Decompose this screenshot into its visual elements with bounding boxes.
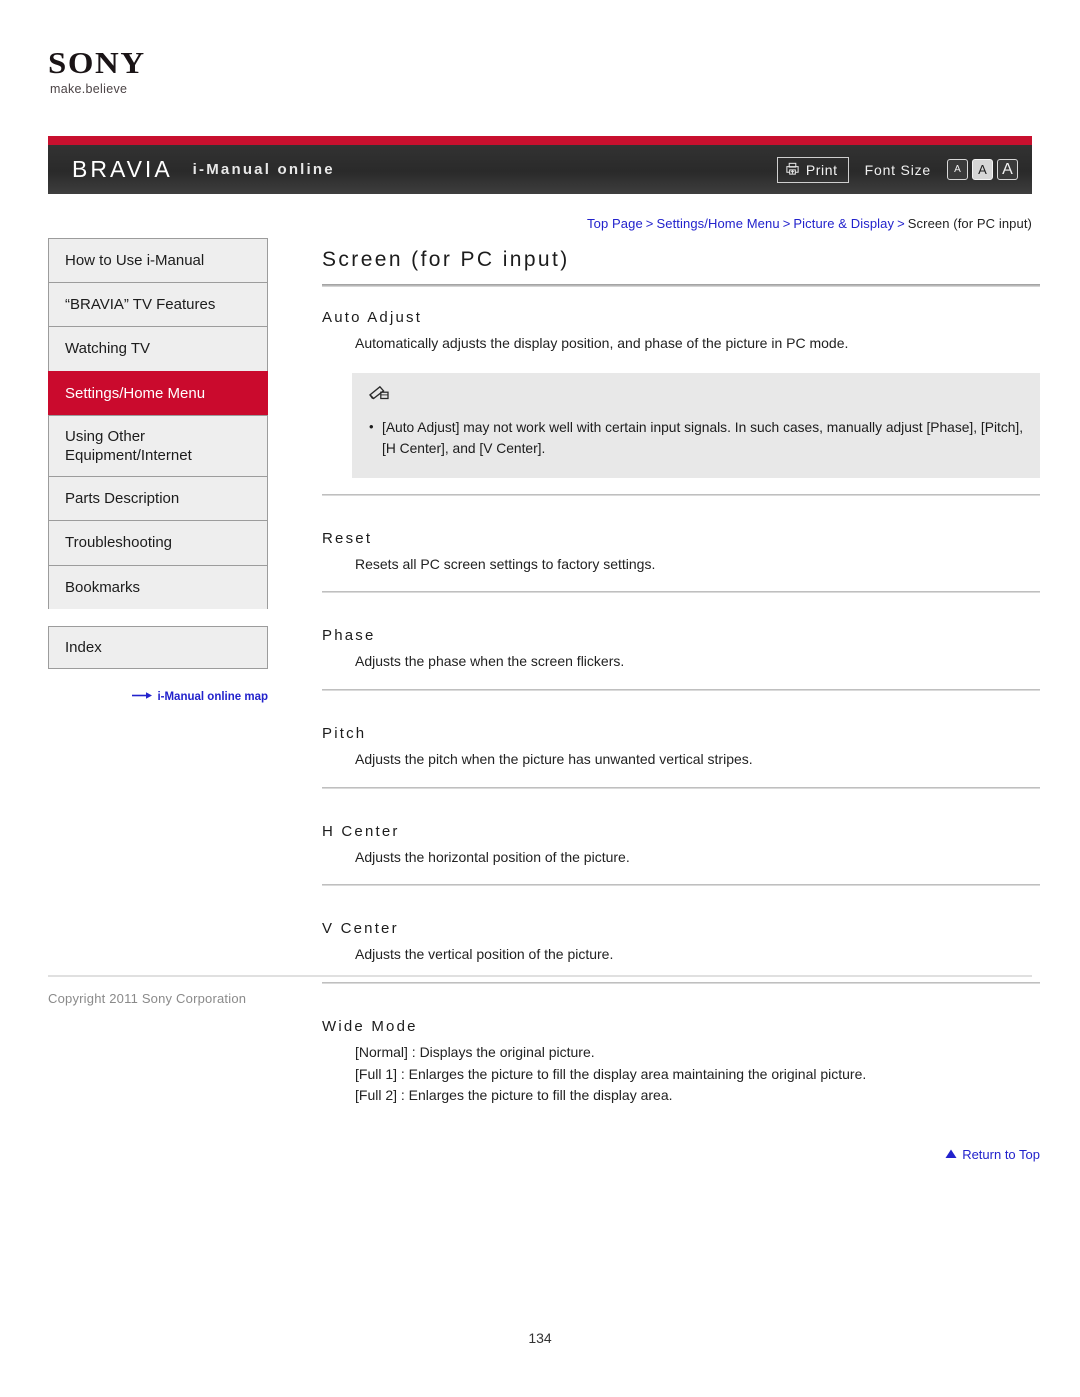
- section-h-center: H Center Adjusts the horizontal position…: [322, 823, 1040, 921]
- note-bullet-item: [Auto Adjust] may not work well with cer…: [368, 417, 1024, 460]
- section-body-line: Adjusts the horizontal position of the p…: [355, 848, 630, 865]
- return-to-top-link[interactable]: Return to Top: [322, 1147, 1040, 1162]
- site-header: BRAVIA i-Manual online Print Font Size A…: [48, 136, 1032, 194]
- note-pencil-icon: [368, 385, 1024, 408]
- sidebar-item-bookmarks[interactable]: Bookmarks: [48, 564, 268, 609]
- section-body: Adjusts the vertical position of the pic…: [322, 944, 1040, 966]
- section-heading: Auto Adjust: [322, 309, 423, 326]
- bravia-brand: BRAVIA: [72, 156, 173, 182]
- section-body-line: Adjusts the vertical position of the pic…: [355, 946, 614, 963]
- section-heading: Pitch: [322, 725, 367, 742]
- section-body: Adjusts the horizontal position of the p…: [322, 847, 1040, 869]
- section-body-line: Resets all PC screen settings to factory…: [355, 555, 656, 572]
- section-heading: Phase: [322, 627, 376, 645]
- sony-logo: SONY make.believe: [48, 47, 308, 96]
- breadcrumb-item-top-page[interactable]: Top Page: [587, 216, 643, 231]
- breadcrumb-separator: >: [645, 216, 654, 231]
- section-body: Adjusts the phase when the screen flicke…: [322, 651, 1040, 673]
- breadcrumb: Top Page > Settings/Home Menu > Picture & Di…: [48, 216, 1032, 231]
- header-bar: BRAVIA i-Manual online Print Font Size A…: [48, 145, 1032, 194]
- sony-tagline: make.believe: [50, 82, 128, 96]
- section-body: [Normal] : Displays the original picture…: [322, 1042, 1040, 1107]
- imanual-online-map-link[interactable]: i-Manual online map: [48, 691, 268, 703]
- return-to-top-label: Return to Top: [962, 1147, 1040, 1163]
- section-heading: V Center: [322, 920, 399, 938]
- imanual-online-label: i-Manual online: [192, 161, 335, 178]
- section-body-line: [Normal] : Displays the original picture…: [355, 1044, 595, 1061]
- sidebar-item-settings-home-menu[interactable]: Settings/Home Menu: [48, 370, 268, 415]
- section-body: Adjusts the pitch when the picture has u…: [322, 749, 1040, 771]
- section-divider: [322, 493, 1040, 496]
- section-divider: [322, 591, 1040, 594]
- section-heading: Wide Mode: [322, 1018, 418, 1036]
- sidebar-item-how-to-use-i-manual[interactable]: How to Use i-Manual: [48, 238, 268, 283]
- section-body-line: Adjusts the pitch when the picture has u…: [355, 751, 753, 767]
- section-wide-mode: Wide Mode [Normal] : Displays the origin…: [322, 1018, 1040, 1121]
- footer-divider: [48, 975, 1032, 977]
- print-button-label: Print: [805, 161, 838, 178]
- section-body: Resets all PC screen settings to factory…: [322, 554, 1040, 576]
- font-size-large-button[interactable]: A: [997, 159, 1018, 180]
- header-tools: Print Font Size A A A: [776, 156, 1018, 183]
- breadcrumb-separator: >: [782, 216, 791, 231]
- breadcrumb-item-picture-display[interactable]: Picture & Display: [793, 216, 894, 231]
- main-content: Screen (for PC input) Auto Adjust Automa…: [322, 248, 1040, 1162]
- font-size-label: Font Size: [864, 161, 931, 178]
- section-reset: Reset Resets all PC screen settings to f…: [322, 530, 1040, 628]
- font-size-small-button[interactable]: A: [947, 159, 968, 180]
- sidebar: How to Use i-Manual “BRAVIA” TV Features…: [48, 238, 268, 703]
- manual-page: SONY make.believe BRAVIA i-Manual online: [0, 0, 1080, 1397]
- sidebar-item-troubleshooting[interactable]: Troubleshooting: [48, 520, 268, 565]
- print-button[interactable]: Print: [776, 156, 849, 183]
- sidebar-item-using-other-equipment-internet[interactable]: Using Other Equipment/Internet: [48, 414, 268, 477]
- font-size-group: A A A: [947, 159, 1018, 180]
- section-body-line: [Full 2] : Enlarges the picture to fill …: [355, 1087, 673, 1104]
- page-number: 134: [528, 1330, 552, 1346]
- section-divider: [322, 884, 1040, 887]
- sidebar-item-watching-tv[interactable]: Watching TV: [48, 326, 268, 371]
- breadcrumb-separator: >: [897, 216, 905, 231]
- section-body: Automatically adjusts the display positi…: [322, 333, 1040, 355]
- arrow-right-icon: [132, 691, 153, 703]
- copyright-text: Copyright 2011 Sony Corporation: [48, 991, 247, 1006]
- sony-wordmark: SONY: [48, 45, 146, 80]
- section-auto-adjust: Auto Adjust Automatically adjusts the di…: [322, 309, 1040, 530]
- header-accent-bar: [48, 136, 1032, 145]
- breadcrumb-item-settings-home-menu[interactable]: Settings/Home Menu: [656, 216, 779, 231]
- breadcrumb-item-current: Screen (for PC input): [907, 216, 1032, 231]
- printer-icon: [785, 161, 800, 179]
- triangle-up-icon: [945, 1147, 957, 1162]
- font-size-medium-button[interactable]: A: [972, 159, 993, 180]
- page-title: Screen (for PC input): [322, 248, 570, 271]
- title-divider: [322, 284, 1040, 287]
- note-bullet-list: [Auto Adjust] may not work well with cer…: [368, 417, 1024, 460]
- sidebar-item-parts-description[interactable]: Parts Description: [48, 476, 268, 521]
- section-body-line: Automatically adjusts the display positi…: [355, 335, 849, 351]
- section-phase: Phase Adjusts the phase when the screen …: [322, 627, 1040, 725]
- section-divider: [322, 689, 1040, 691]
- section-body-line: [Full 1] : Enlarges the picture to fill …: [355, 1065, 867, 1082]
- sidebar-item-index[interactable]: Index: [48, 625, 268, 669]
- section-divider: [322, 786, 1040, 789]
- page-footer: Copyright 2011 Sony Corporation: [48, 975, 1032, 1006]
- section-heading: H Center: [322, 822, 400, 840]
- section-body-line: Adjusts the phase when the screen flicke…: [355, 653, 625, 670]
- section-heading: Reset: [322, 529, 373, 547]
- sidebar-item-bravia-tv-features[interactable]: “BRAVIA” TV Features: [48, 282, 268, 327]
- section-pitch: Pitch Adjusts the pitch when the picture…: [322, 725, 1040, 823]
- imanual-online-map-label: i-Manual online map: [157, 690, 268, 703]
- note-box: [Auto Adjust] may not work well with cer…: [352, 372, 1040, 478]
